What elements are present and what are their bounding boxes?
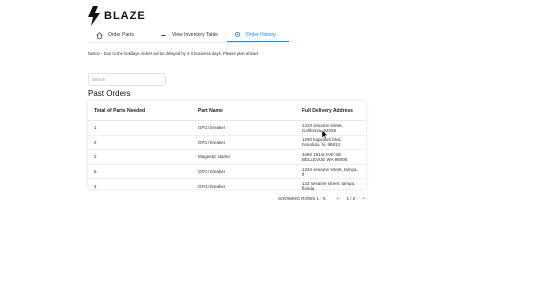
gear-icon (233, 31, 241, 39)
column-header-total-parts[interactable]: Total of Parts Needed (88, 101, 192, 121)
tab-order-parts[interactable]: Order Parts (89, 30, 153, 42)
minus-icon (159, 31, 167, 39)
rows-info: SHOWING ROWS 1 - 5 (278, 195, 326, 201)
cell-part-name: GFCI breaker (192, 135, 296, 151)
next-page-button[interactable]: → (358, 195, 368, 201)
cell-part-name: Magnetic starter (192, 149, 296, 165)
orders-table: Total of Parts Needed Part Name Full Del… (88, 101, 366, 191)
tab-label: View Inventory Table (172, 32, 218, 38)
mouse-cursor-icon (322, 130, 328, 139)
column-header-delivery-address[interactable]: Full Delivery Address (296, 101, 366, 121)
column-header-part-name[interactable]: Part Name (192, 101, 296, 121)
holiday-notice: Notice - Due to the holidays orders wil … (88, 51, 258, 56)
cell-total-parts: 2 (88, 135, 192, 151)
prev-page-button[interactable]: ← (334, 195, 344, 201)
table-row[interactable]: 4 GFCI breaker 123 sesame street, tampa,… (88, 179, 366, 193)
search-input[interactable] (88, 73, 166, 86)
tab-order-history[interactable]: Order History (227, 30, 289, 42)
cell-part-name: GFCI breaker (198, 183, 226, 189)
table-row[interactable]: 5 GFCI breaker 1234 sesame street, tampa… (88, 164, 366, 180)
cell-delivery-address: 1290 kapiolani blvd, honolulu, hi, 96814 (296, 135, 366, 151)
page-indicator: 1 / 2 (346, 195, 356, 201)
cell-delivery-address: 1234 sesame street, California, 92028 (296, 120, 366, 136)
cell-delivery-address: 3460 161st AVE SE BELLEVUE WA 98008 (296, 149, 366, 165)
cell-total-parts: 1 (88, 120, 192, 136)
cell-part-name: GFCI breaker (192, 120, 296, 136)
tab-label: Order Parts (108, 32, 134, 38)
table-header-row: Total of Parts Needed Part Name Full Del… (88, 101, 366, 121)
brand-logo[interactable]: BLAZE (88, 6, 146, 26)
page: BLAZE Order Parts View Inventory Table O… (0, 0, 542, 305)
cell-total-parts: 4 (94, 183, 97, 189)
cell-part-name: GFCI breaker (192, 164, 296, 180)
lightning-bolt-icon (88, 6, 100, 26)
cell-delivery-address: 1234 sesame street, tampa, fl (296, 164, 366, 180)
pagination: SHOWING ROWS 1 - 5 ← 1 / 2 → (278, 195, 368, 201)
tab-view-inventory-table[interactable]: View Inventory Table (153, 30, 227, 42)
table-row[interactable]: 2 Magnetic starter 3460 161st AVE SE BEL… (88, 149, 366, 165)
cell-total-parts: 5 (88, 164, 192, 180)
brand-name: BLAZE (104, 10, 146, 22)
page-title: Past Orders (88, 89, 131, 98)
cell-total-parts: 2 (88, 149, 192, 165)
home-icon (95, 31, 103, 39)
tabs-divider (88, 42, 258, 43)
cell-delivery-address: 123 sesame street, tampa, florida (302, 181, 356, 192)
nav-tabs: Order Parts View Inventory Table Order H… (89, 30, 289, 42)
tab-label: Order History (246, 31, 276, 38)
